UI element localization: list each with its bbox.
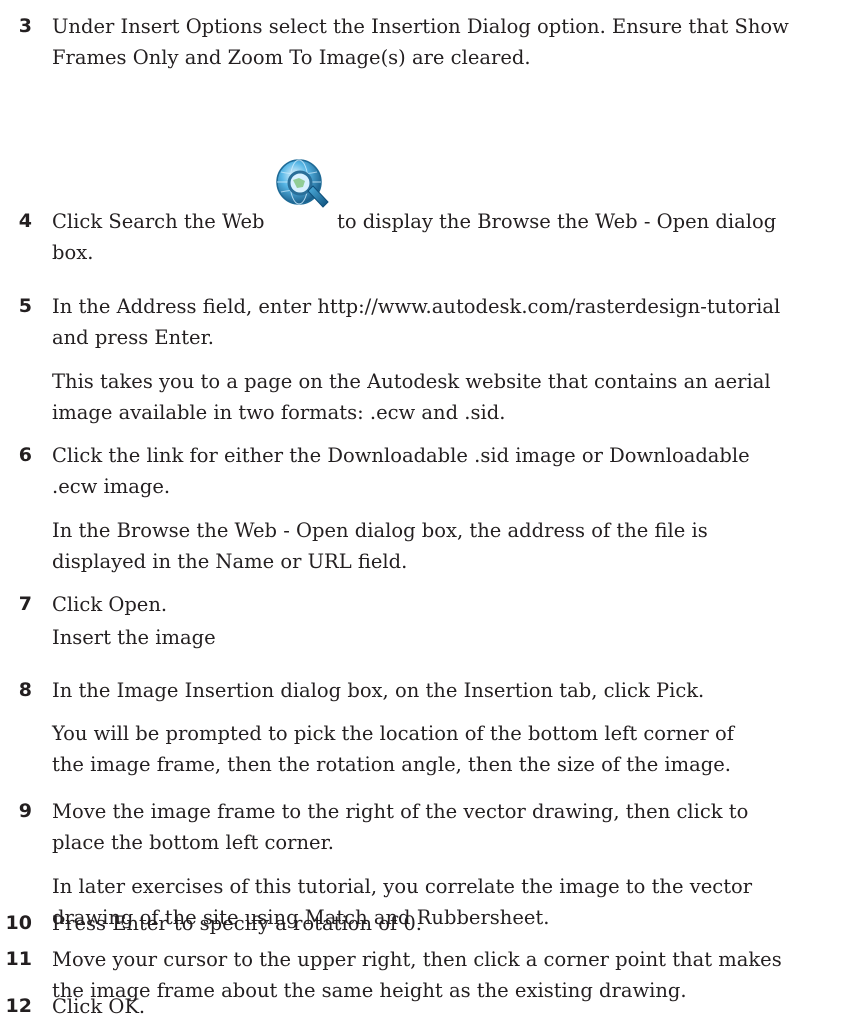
step-number: 11 (5, 948, 32, 970)
step-instruction: Press Enter to specify a rotation of 0. (52, 912, 422, 935)
step-note: In the Browse the Web - Open dialog box,… (52, 519, 708, 573)
step-instruction: In the Image Insertion dialog box, on th… (52, 679, 705, 702)
step-text-before: Click Search the Web (52, 210, 265, 233)
step-number: 4 (18, 210, 32, 232)
step-number: 9 (18, 800, 32, 822)
step-instruction: Click Search the Web to display the Brow… (52, 154, 864, 268)
step-text-after: to display the Browse the Web - Open dia… (337, 210, 777, 233)
step-number: 3 (18, 15, 32, 37)
step-text-tail: box. (52, 241, 94, 264)
step-note: This takes you to a page on the Autodesk… (52, 370, 771, 424)
step-instruction: Click Open. (52, 593, 168, 616)
search-the-web-icon (271, 154, 333, 225)
step-number: 10 (5, 912, 32, 934)
step-note: You will be prompted to pick the locatio… (52, 722, 734, 776)
step-number: 8 (18, 679, 32, 701)
step-number: 12 (5, 995, 32, 1017)
step-instruction: Click OK. (52, 995, 146, 1018)
step-instruction: In the Address field, enter http://www.a… (52, 295, 781, 349)
step-instruction: Move the image frame to the right of the… (52, 800, 749, 854)
step-instruction: Click the link for either the Downloadab… (52, 444, 750, 498)
step-number: 5 (18, 295, 32, 317)
step-number: 6 (18, 444, 32, 466)
step-instruction: Under Insert Options select the Insertio… (52, 15, 789, 69)
step-note: Insert the image (52, 626, 216, 649)
step-number: 7 (18, 593, 32, 615)
